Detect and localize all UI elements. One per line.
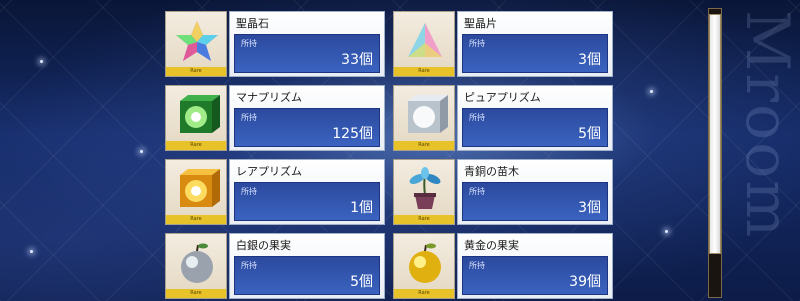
quantity-box: 所持 1個 [234,182,380,221]
rare-strip: Rare [394,141,454,150]
item-name: ピュアプリズム [464,91,541,104]
item-panel: 聖晶片 所持 3個 [457,11,613,77]
pure-prism-icon [408,95,448,133]
item-name: 聖晶片 [464,17,497,30]
item-panel: 青銅の苗木 所持 3個 [457,159,613,225]
item-thumbnail: Rare [165,11,227,77]
rare-strip: Rare [166,215,226,224]
item-thumbnail: Rare [165,233,227,299]
sparkle [650,90,653,93]
held-label: 所持 [469,113,485,122]
item-card-golden-apple[interactable]: Rare 黄金の果実 所持 39個 [393,233,613,299]
item-panel: 聖晶石 所持 33個 [229,11,385,77]
golden-apple-icon [409,243,441,283]
item-thumbnail: Rare [165,159,227,225]
held-label: 所持 [469,187,485,196]
saint-quartz-fragment-icon [408,23,442,57]
quantity-box: 所持 3個 [462,34,608,73]
item-count: 5個 [578,126,601,142]
background-watermark: Mroom [732,10,800,240]
item-name: レアプリズム [236,165,302,178]
sparkle [140,150,143,153]
held-label: 所持 [241,113,257,122]
item-panel: 黄金の果実 所持 39個 [457,233,613,299]
rare-strip: Rare [166,289,226,298]
item-count: 125個 [332,126,373,142]
held-label: 所持 [241,39,257,48]
rare-strip: Rare [394,215,454,224]
rare-strip: Rare [166,67,226,76]
silver-apple-icon [181,243,213,283]
item-panel: ピュアプリズム 所持 5個 [457,85,613,151]
item-count: 39個 [569,274,601,290]
sparkle [30,250,33,253]
item-count: 33個 [341,52,373,68]
item-card-rare-prism[interactable]: Rare レアプリズム 所持 1個 [165,159,385,225]
item-panel: レアプリズム 所持 1個 [229,159,385,225]
item-card-silver-apple[interactable]: Rare 白銀の果実 所持 5個 [165,233,385,299]
item-count: 1個 [350,200,373,216]
bronze-sapling-icon [409,167,441,209]
item-name: 黄金の果実 [464,239,519,252]
rare-strip: Rare [166,141,226,150]
quantity-box: 所持 3個 [462,182,608,221]
item-name: 白銀の果実 [236,239,291,252]
rare-prism-icon [180,169,220,207]
item-thumbnail: Rare [165,85,227,151]
item-thumbnail: Rare [393,159,455,225]
item-panel: マナプリズム 所持 125個 [229,85,385,151]
held-label: 所持 [241,261,257,270]
item-thumbnail: Rare [393,11,455,77]
item-card-mana-prism[interactable]: Rare マナプリズム 所持 125個 [165,85,385,151]
item-name: 青銅の苗木 [464,165,519,178]
item-thumbnail: Rare [393,85,455,151]
held-label: 所持 [241,187,257,196]
item-count: 3個 [578,52,601,68]
item-thumbnail: Rare [393,233,455,299]
mana-prism-icon [180,95,220,133]
item-card-saint-quartz[interactable]: Rare 聖晶石 所持 33個 [165,11,385,77]
quantity-box: 所持 125個 [234,108,380,147]
quantity-box: 所持 33個 [234,34,380,73]
item-panel: 白銀の果実 所持 5個 [229,233,385,299]
item-count: 3個 [578,200,601,216]
quantity-box: 所持 5個 [462,108,608,147]
scrollbar-thumb[interactable] [709,14,721,254]
saint-quartz-icon [176,21,218,61]
item-card-bronze-sapling[interactable]: Rare 青銅の苗木 所持 3個 [393,159,613,225]
item-name: マナプリズム [236,91,302,104]
item-count: 5個 [350,274,373,290]
held-label: 所持 [469,261,485,270]
item-name: 聖晶石 [236,17,269,30]
quantity-box: 所持 39個 [462,256,608,295]
rare-strip: Rare [394,289,454,298]
sparkle [40,60,43,63]
sparkle [665,230,668,233]
quantity-box: 所持 5個 [234,256,380,295]
item-card-saint-quartz-fragment[interactable]: Rare 聖晶片 所持 3個 [393,11,613,77]
held-label: 所持 [469,39,485,48]
item-card-pure-prism[interactable]: Rare ピュアプリズム 所持 5個 [393,85,613,151]
rare-strip: Rare [394,67,454,76]
